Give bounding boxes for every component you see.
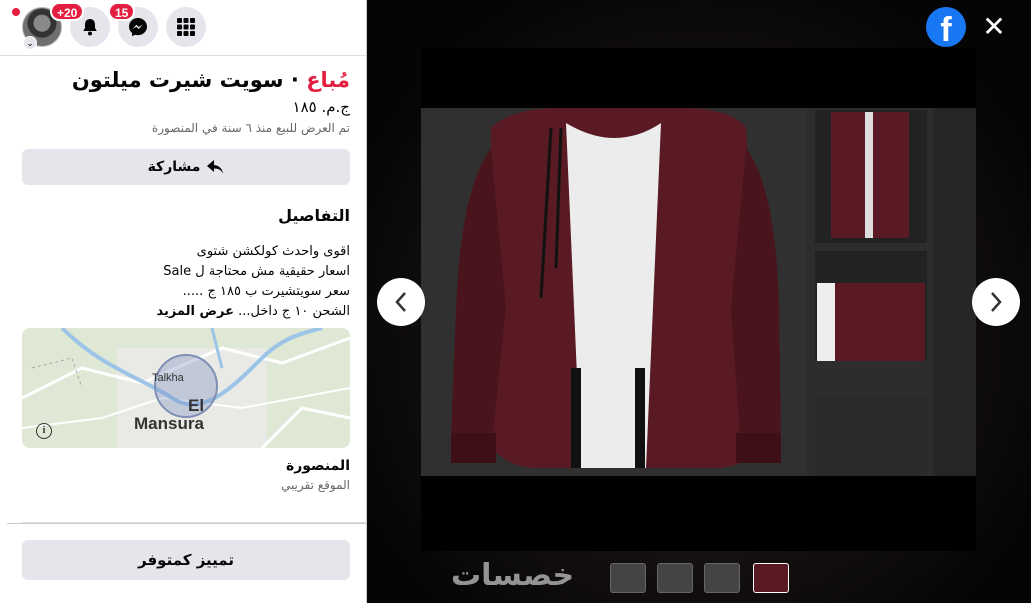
location-name: المنصورة <box>285 458 350 474</box>
listing-price: ج.م. ١٨٥ <box>292 98 350 116</box>
notifications-badge: +20 <box>50 2 85 21</box>
photo-content <box>421 108 976 476</box>
description-line: اقوى واحدث كولكشن شتوى <box>196 244 350 259</box>
bell-icon <box>83 19 97 36</box>
online-status-dot <box>12 8 20 16</box>
chevron-down-icon[interactable]: ⌄ <box>23 36 37 50</box>
details-heading: التفاصيل <box>278 206 350 225</box>
title-text: سويت شيرت ميلتون <box>71 68 284 92</box>
top-navigation-bar: ⌄ +20 15 <box>0 0 366 56</box>
footer-divider <box>7 523 366 524</box>
description-line: الشحن ١٠ ج داخل... <box>238 304 350 319</box>
description: اقوى واحدث كولكشن شتوى اسعار حقيقية مش م… <box>156 242 350 322</box>
map-label-talkha: Talkha <box>152 372 184 384</box>
share-arrow-icon <box>207 160 224 174</box>
jacket-photo-graphic <box>421 108 976 476</box>
listing-panel: ⌄ +20 15 مُباع · سويت شيرت ميلتون ج.م. ١… <box>0 0 367 603</box>
map-label-el: El <box>188 396 205 415</box>
listing-title: مُباع · سويت شيرت ميلتون <box>72 68 350 92</box>
description-line: سعر سويتشيرت ب ١٨٥ ج ..... <box>182 284 350 299</box>
description-line-last: الشحن ١٠ ج داخل... عرض المزيد <box>156 302 350 322</box>
chevron-right-icon <box>991 292 1002 312</box>
photo-thumbnail[interactable] <box>610 563 646 593</box>
title-separator: · <box>283 68 307 92</box>
see-more-link[interactable]: عرض المزيد <box>156 304 234 319</box>
sold-status: مُباع <box>306 68 350 92</box>
listing-photo <box>421 48 976 551</box>
chevron-left-icon <box>395 292 406 312</box>
messenger-badge: 15 <box>108 2 136 21</box>
location-approx: الموقع تقريبي <box>280 478 350 492</box>
photo-thumbnail[interactable] <box>657 563 693 593</box>
facebook-logo-icon[interactable]: f <box>926 7 966 47</box>
photo-viewer: f ✕ خصسات <box>367 0 1031 603</box>
photo-thumbnail[interactable] <box>704 563 740 593</box>
mark-available-button[interactable]: تمييز كمتوفر <box>22 540 350 580</box>
info-icon[interactable]: i <box>36 423 52 439</box>
location-map[interactable]: Talkha El Mansura i <box>22 328 350 448</box>
close-icon[interactable]: ✕ <box>981 10 1007 44</box>
description-line: اسعار حقيقية مش محتاجة ل Sale <box>163 264 350 279</box>
share-button[interactable]: مشاركة <box>22 149 350 185</box>
next-photo-button[interactable] <box>972 278 1020 326</box>
map-label-mansura: Mansura <box>134 414 204 433</box>
watermark: خصسات <box>451 558 575 593</box>
grid-menu-icon <box>177 18 195 36</box>
photo-thumbnail-active[interactable] <box>753 563 789 593</box>
previous-photo-button[interactable] <box>377 278 425 326</box>
share-label: مشاركة <box>147 159 201 175</box>
listed-info: تم العرض للبيع منذ ٦ سنة في المنصورة <box>151 121 350 135</box>
menu-button[interactable] <box>166 7 206 47</box>
